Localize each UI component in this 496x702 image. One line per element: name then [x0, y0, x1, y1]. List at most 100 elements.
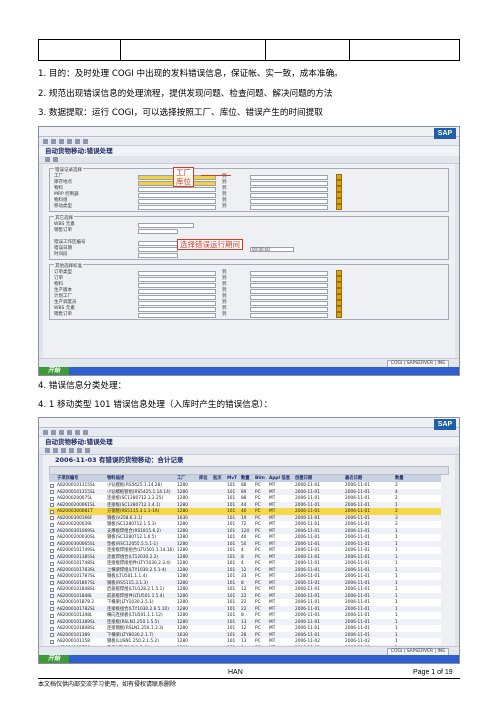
footer-note: 本文档仅供内部交流学习使用，如有侵权请联系删除 [38, 681, 177, 688]
storage-to-input[interactable] [250, 180, 328, 186]
material-group-to-input[interactable] [250, 198, 328, 204]
row-select-checkbox[interactable] [50, 555, 54, 559]
row-select-checkbox[interactable] [50, 496, 54, 501]
back-icon[interactable] [59, 138, 64, 144]
row-select-checkbox[interactable] [50, 490, 54, 494]
sort-icon[interactable] [77, 448, 82, 453]
row-select-checkbox[interactable] [50, 600, 54, 605]
filter-icon[interactable] [69, 448, 74, 453]
row-select-checkbox[interactable] [50, 587, 54, 592]
row-select-checkbox[interactable] [50, 574, 54, 579]
row-select-checkbox[interactable] [50, 561, 54, 566]
process-icon[interactable] [45, 448, 50, 453]
row-select-checkbox[interactable] [50, 639, 54, 644]
order-type-to-input[interactable] [250, 270, 328, 276]
row-select-checkbox[interactable] [50, 483, 54, 488]
row-select-checkbox[interactable] [50, 594, 54, 598]
column-header[interactable]: 库位 [199, 475, 208, 482]
start-button[interactable]: 开始 [39, 655, 69, 663]
mrp-from-input[interactable] [138, 192, 216, 198]
column-header[interactable]: 物料描述 [107, 475, 124, 482]
error-date-input[interactable] [138, 246, 178, 252]
delete-icon[interactable] [53, 448, 58, 453]
scheduler-from-input[interactable] [138, 300, 216, 306]
row-select-checkbox[interactable] [50, 522, 54, 527]
column-header[interactable]: Appl 信息 [269, 475, 290, 482]
column-header[interactable]: 最近日期 [345, 475, 362, 482]
back-icon[interactable] [59, 429, 64, 435]
material2-from-input[interactable] [138, 282, 216, 288]
sales-order2-from-input[interactable] [138, 312, 216, 318]
row-select-checkbox[interactable] [50, 516, 54, 520]
export-icon[interactable] [85, 448, 90, 453]
material-from-input[interactable] [138, 186, 216, 192]
exit-icon[interactable] [67, 429, 72, 435]
execute-icon[interactable] [45, 157, 50, 162]
print-icon[interactable] [83, 429, 88, 435]
row-select-checkbox[interactable] [50, 613, 54, 618]
row-select-checkbox[interactable] [50, 542, 54, 546]
movement-type-to-input[interactable] [250, 204, 328, 210]
cancel-icon[interactable] [75, 138, 80, 144]
wbs-input[interactable] [138, 222, 194, 228]
column-header[interactable]: BUn [255, 475, 265, 482]
movement-type-from-input[interactable] [138, 204, 216, 210]
column-header[interactable]: 批次 [213, 475, 222, 482]
column-header[interactable]: 工厂 [177, 475, 186, 482]
row-select-checkbox[interactable] [50, 509, 54, 514]
planning-plant-from-input[interactable] [138, 294, 216, 300]
scheduler-to-input[interactable] [250, 300, 328, 306]
save-icon[interactable] [51, 138, 56, 144]
exit-icon[interactable] [67, 138, 72, 144]
row-select-checkbox[interactable] [50, 503, 54, 507]
error-area-input[interactable] [138, 240, 178, 246]
planning-plant-to-input[interactable] [250, 294, 328, 300]
print-icon[interactable] [83, 138, 88, 144]
field-label: 销售订单 [54, 312, 72, 317]
field-row-sales-order: 销售订单 [54, 228, 446, 234]
save-icon[interactable] [51, 429, 56, 435]
row-select-checkbox[interactable] [50, 568, 54, 572]
row-select-checkbox[interactable] [50, 607, 54, 611]
mrp-to-input[interactable] [250, 192, 328, 198]
production-version-from-input[interactable] [138, 288, 216, 294]
material-group-from-input[interactable] [138, 198, 216, 204]
variant-icon[interactable] [53, 157, 58, 162]
wbs2-to-input[interactable] [250, 306, 328, 312]
detail-icon[interactable] [61, 448, 66, 453]
order-type-from-input[interactable] [138, 270, 216, 276]
standard-toolbar [39, 428, 459, 437]
row-select-checkbox[interactable] [50, 620, 54, 624]
row-select-checkbox[interactable] [50, 581, 54, 585]
multiple-selection-icon[interactable] [336, 312, 342, 318]
multiple-selection-icon[interactable] [336, 204, 342, 210]
material2-to-input[interactable] [250, 282, 328, 288]
plant-to-input[interactable] [250, 174, 328, 180]
production-version-to-input[interactable] [250, 288, 328, 294]
check-icon[interactable] [43, 429, 48, 435]
column-header[interactable]: MvT [227, 475, 237, 482]
period-input[interactable] [138, 252, 178, 258]
row-select-checkbox[interactable] [50, 529, 54, 533]
sales-order2-to-input[interactable] [250, 312, 328, 318]
material-to-input[interactable] [250, 186, 328, 192]
additional-criteria-group: 其他选择标准 订单类型 到 订单 到 物料 到 生产版本 到 计划工厂 到 生产… [49, 264, 449, 320]
error-time-input[interactable]: 00:00:00 [250, 246, 294, 252]
footer-author: HAN [228, 669, 243, 676]
column-header[interactable]: 子项目编号 [57, 475, 78, 482]
application-toolbar [39, 156, 459, 164]
column-header[interactable]: 数量 [241, 475, 250, 482]
column-header[interactable]: 创建日期 [295, 475, 312, 482]
column-header[interactable]: 数量 [395, 475, 404, 482]
start-button[interactable]: 开始 [39, 367, 69, 375]
row-select-checkbox[interactable] [50, 633, 54, 637]
wbs2-from-input[interactable] [138, 306, 216, 312]
order-from-input[interactable] [138, 276, 216, 282]
cancel-icon[interactable] [75, 429, 80, 435]
check-icon[interactable] [43, 138, 48, 144]
row-select-checkbox[interactable] [50, 548, 54, 553]
row-select-checkbox[interactable] [50, 626, 54, 631]
order-to-input[interactable] [250, 276, 328, 282]
sales-order-input[interactable] [138, 228, 178, 234]
row-select-checkbox[interactable] [50, 535, 54, 540]
